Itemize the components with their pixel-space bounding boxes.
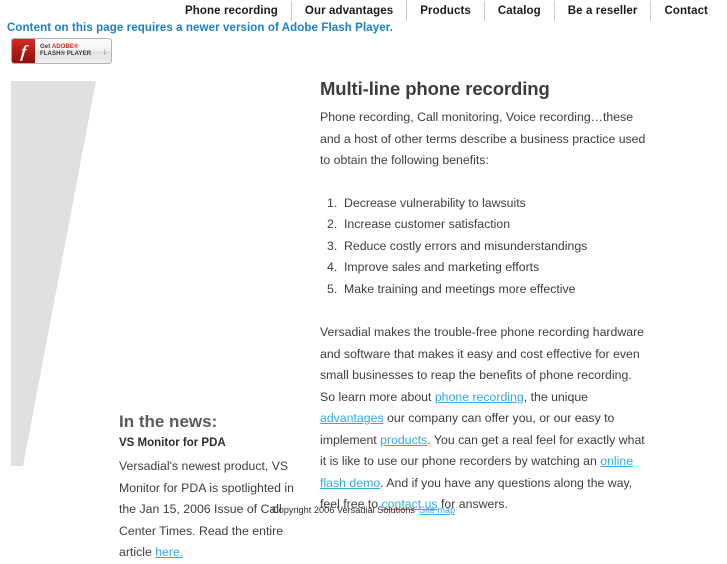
nav-item-our-advantages[interactable]: Our advantages <box>292 1 406 21</box>
flash-badge-adobe-label: ADOBE® <box>51 44 79 51</box>
link-phone-recording[interactable]: phone recording <box>435 390 524 404</box>
page-title: Multi-line phone recording <box>320 78 550 99</box>
nav-item-be-a-reseller[interactable]: Be a reseller <box>555 1 651 21</box>
link-advantages[interactable]: advantages <box>320 411 384 425</box>
get-adobe-flash-player-button[interactable]: f Get ADOBE® FLASH® PLAYER ↓ <box>11 38 112 64</box>
news-heading: In the news: <box>119 412 218 431</box>
in-the-news-block: In the news: VS Monitor for PDA Versadia… <box>119 411 304 564</box>
benefit-item: Increase customer satisfaction <box>327 214 511 235</box>
benefits-list: Decrease vulnerability to lawsuits Incre… <box>320 193 650 301</box>
flash-logo-glyph: f <box>19 41 28 61</box>
primary-navigation: Phone recording Our advantages Products … <box>0 0 727 21</box>
overview-text-2: , the unique <box>523 389 589 404</box>
download-arrow-icon: ↓ <box>102 45 108 56</box>
flash-player-warning-text: Content on this page requires a newer ve… <box>7 22 393 34</box>
copyright-text: Copyright 2006 Versadial Solutions <box>272 505 416 515</box>
nav-item-contact[interactable]: Contact <box>651 1 721 21</box>
footer: Copyright 2006 Versadial Solutions Site m… <box>272 504 455 516</box>
flash-badge-line-2: FLASH® PLAYER <box>40 51 92 57</box>
flash-badge-text: Get ADOBE® FLASH® PLAYER <box>35 44 95 58</box>
overview-paragraph: Versadial makes the trouble-free phone r… <box>320 322 650 516</box>
nav-item-products[interactable]: Products <box>407 1 484 21</box>
news-body-text: Versadial's newest product, VS Monitor f… <box>119 459 294 559</box>
nav-item-catalog[interactable]: Catalog <box>485 1 554 21</box>
decorative-wedge-graphic <box>11 81 96 466</box>
benefit-item: Improve sales and marketing efforts <box>327 257 540 278</box>
link-products[interactable]: products <box>380 433 427 447</box>
benefit-item: Reduce costly errors and misunderstandin… <box>327 236 588 257</box>
news-subheading: VS Monitor for PDA <box>119 437 226 449</box>
flash-badge-get-label: Get <box>40 44 52 51</box>
nav-item-phone-recording[interactable]: Phone recording <box>172 1 291 21</box>
link-site-map[interactable]: Site map <box>419 505 455 515</box>
main-content-column: Multi-line phone recording Phone recordi… <box>320 78 650 516</box>
benefit-item: Decrease vulnerability to lawsuits <box>327 193 526 214</box>
link-news-here[interactable]: here. <box>155 545 183 559</box>
intro-paragraph: Phone recording, Call monitoring, Voice … <box>320 110 646 167</box>
flash-logo-icon: f <box>12 39 35 63</box>
benefit-item: Make training and meetings more effectiv… <box>327 279 576 300</box>
flash-badge-line-1: Get ADOBE® <box>40 44 95 51</box>
